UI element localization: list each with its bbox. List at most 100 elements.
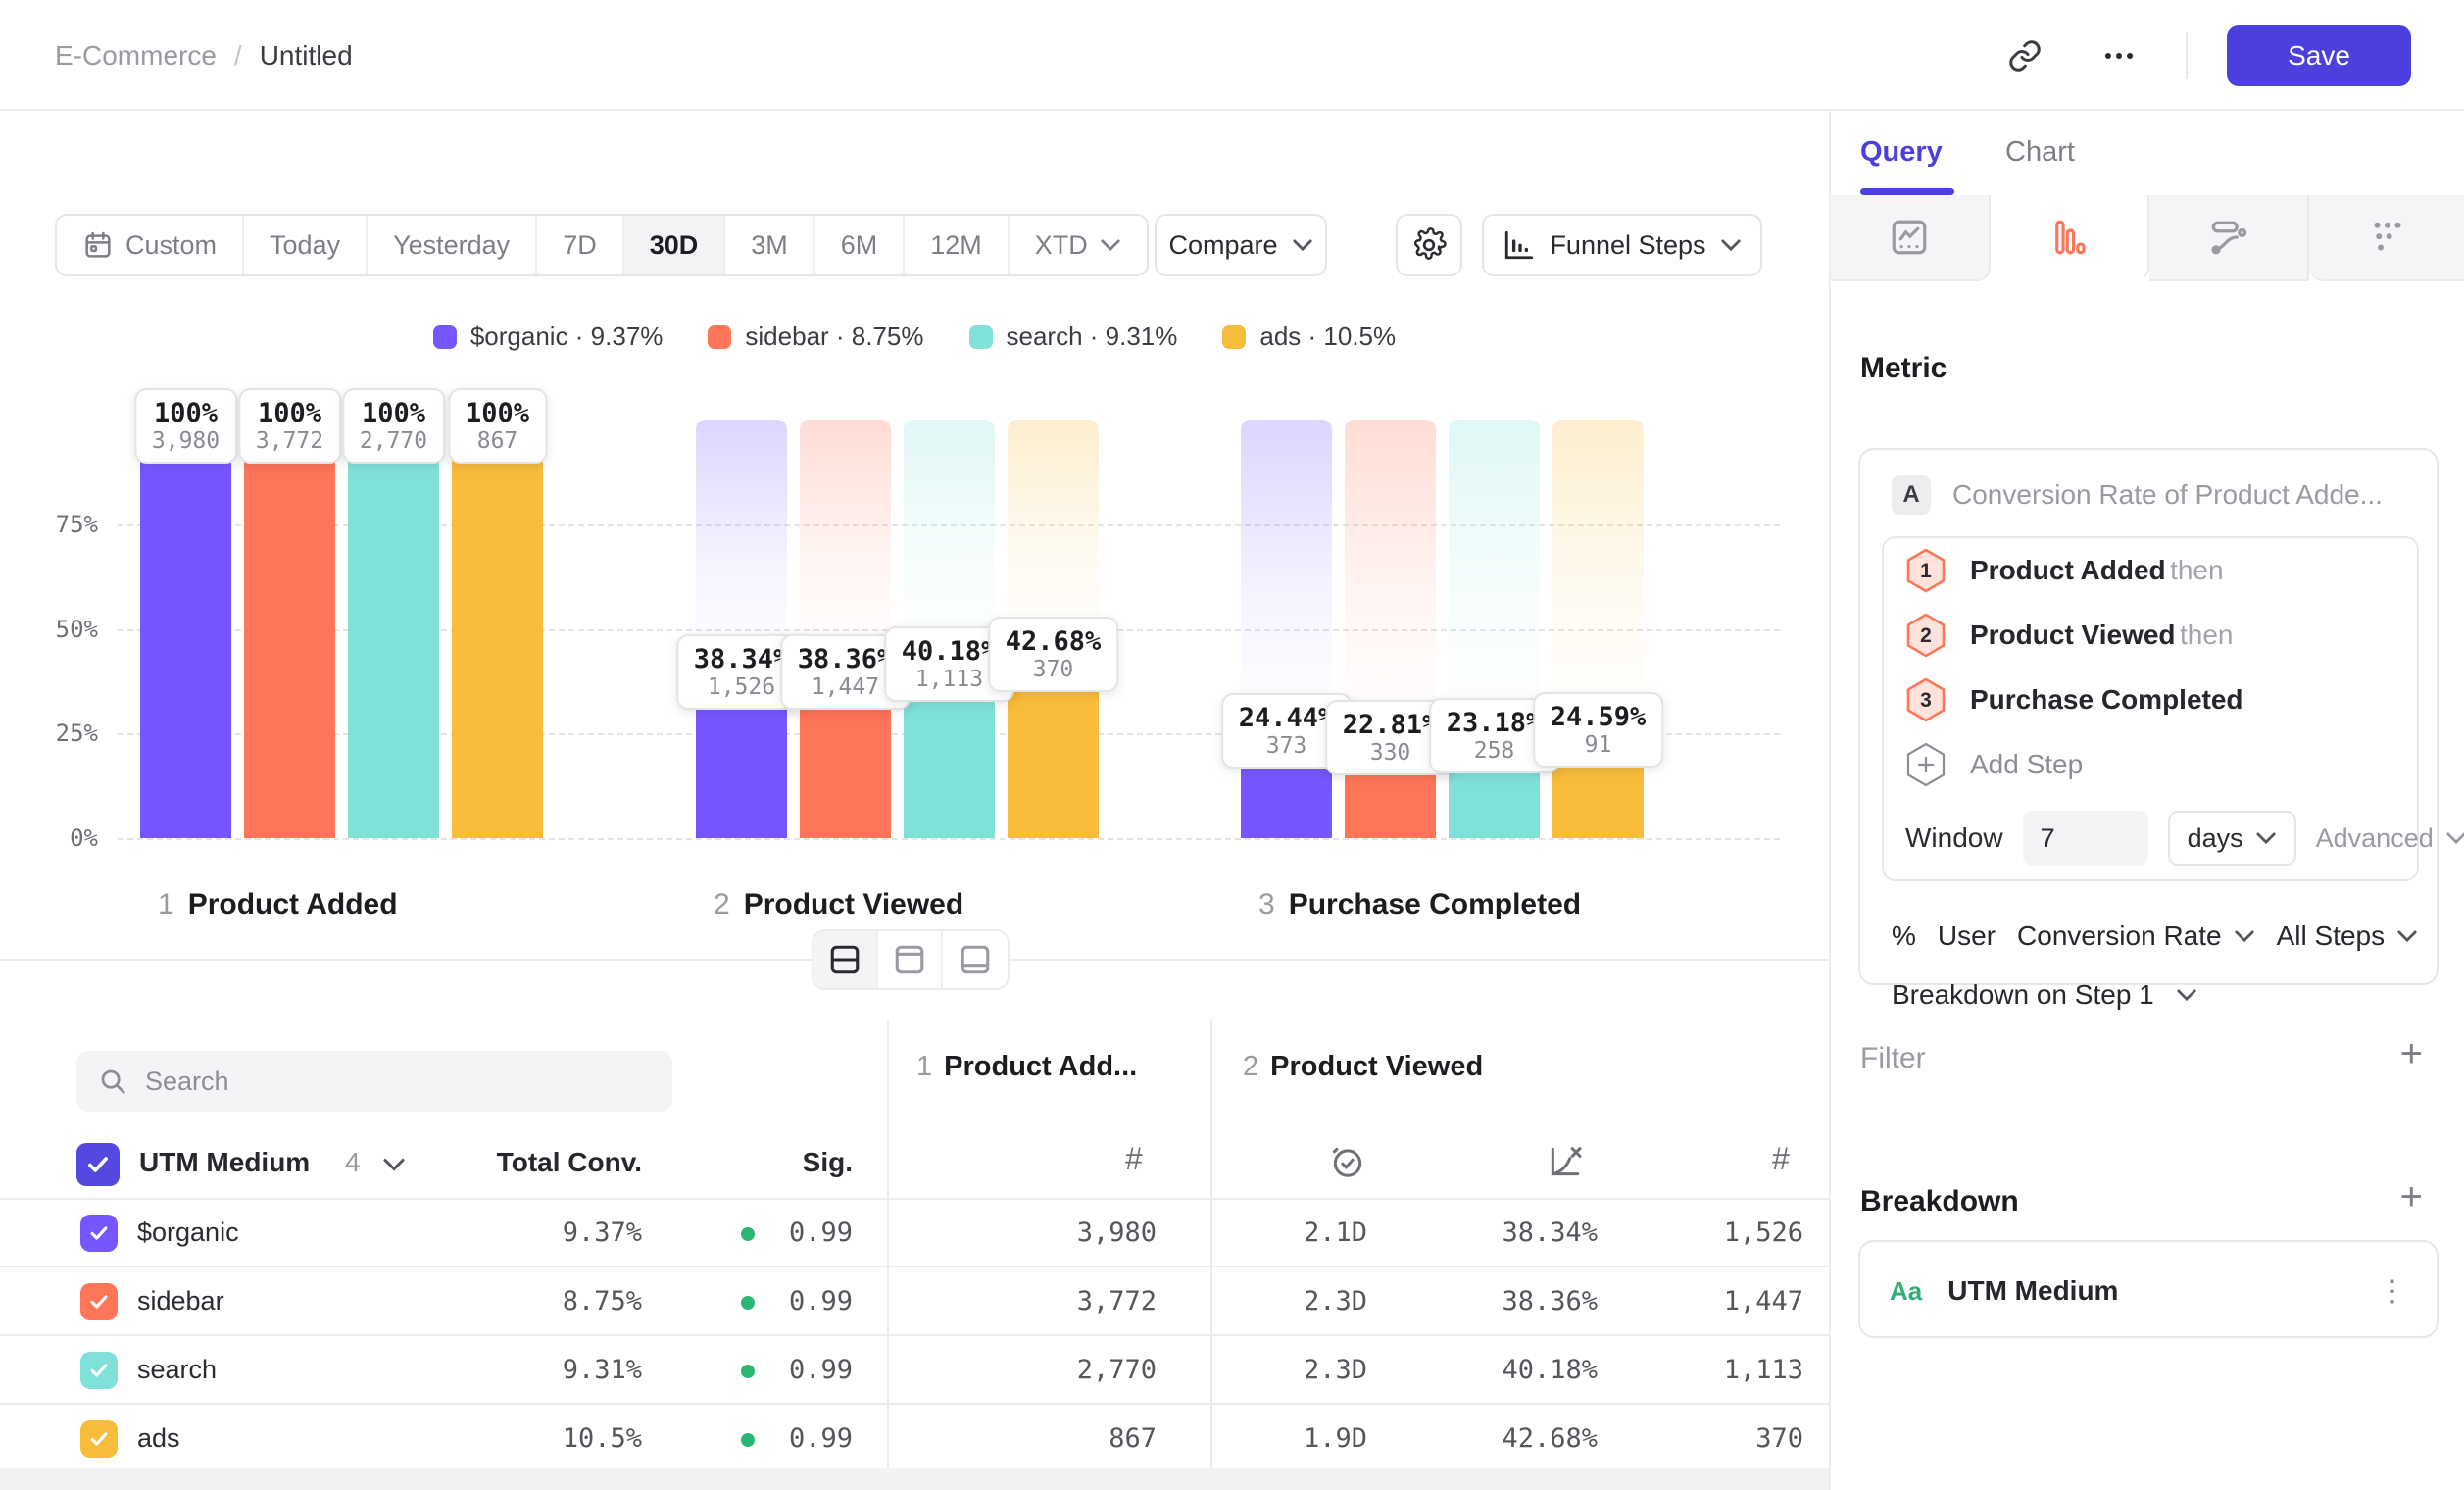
steps-scope-label: All Steps	[2277, 920, 2386, 952]
table-row-organic[interactable]: $organic9.37%0.993,9802.1D38.34%1,526	[0, 1198, 1829, 1266]
entity-selector[interactable]: User	[1938, 920, 1996, 952]
row-sig: 0.99	[657, 1286, 853, 1316]
tab-query[interactable]: Query	[1860, 111, 1943, 194]
window-value-input[interactable]	[2023, 811, 2148, 866]
add-step-button[interactable]: Add Step	[1884, 732, 2417, 797]
bar-conversion-pct: 24.59%	[1551, 702, 1647, 732]
breakdown-property-name: UTM Medium	[1947, 1275, 2118, 1307]
breakdown-property-card[interactable]: Aa UTM Medium ⋮	[1858, 1240, 2439, 1338]
add-filter-button[interactable]: +	[2400, 1034, 2423, 1073]
chevron-down-icon	[2176, 988, 2197, 1002]
row-checkbox[interactable]	[80, 1215, 118, 1252]
window-unit-selector[interactable]: days	[2168, 811, 2296, 866]
bar-conversion-pct: 23.18%	[1447, 708, 1543, 738]
add-step-icon	[1905, 742, 1947, 787]
steps-scope-selector[interactable]: All Steps	[2277, 920, 2419, 952]
row-checkbox[interactable]	[80, 1352, 118, 1389]
row-step1-count: 2,770	[961, 1355, 1157, 1385]
row-name: $organic	[137, 1217, 239, 1248]
bar-count: 330	[1343, 740, 1439, 766]
row-checkbox[interactable]	[80, 1420, 118, 1458]
table-row-ads[interactable]: ads10.5%0.998671.9D42.68%370	[0, 1404, 1829, 1472]
step-name: Product Viewed	[744, 888, 964, 921]
bar-conversion-pct: 38.34%	[694, 644, 790, 674]
table-step2-header[interactable]: 2 Product Viewed	[1243, 1051, 1483, 1083]
count-icon[interactable]: #	[1125, 1141, 1143, 1177]
table-step1-header[interactable]: 1 Product Add...	[916, 1051, 1137, 1083]
row-total-conv: 10.5%	[446, 1423, 642, 1454]
check-icon	[88, 1428, 110, 1450]
report-type-tabs	[1831, 195, 2464, 281]
layout-split-button[interactable]	[813, 931, 878, 988]
layout-table-only-button[interactable]	[943, 931, 1008, 988]
tab-chart[interactable]: Chart	[2005, 111, 2075, 194]
tab-insights[interactable]	[1831, 195, 1991, 281]
table-scrollbar-track[interactable]	[0, 1468, 1829, 1490]
y-axis-tick: 25%	[29, 720, 98, 747]
breakdown-on-step-selector[interactable]: Breakdown on Step 1	[1892, 979, 2197, 1011]
add-breakdown-button[interactable]: +	[2400, 1177, 2423, 1217]
funnel-bars-icon	[2048, 217, 2090, 258]
bar-value-label: 100%2,770	[342, 388, 445, 464]
bar-conversion-pct: 24.44%	[1239, 703, 1335, 733]
tab-funnels[interactable]	[1991, 195, 2150, 281]
query-step-1[interactable]: 1Product Added then	[1884, 538, 2417, 603]
y-axis-tick: 75%	[29, 511, 98, 538]
active-tab-underline	[1860, 188, 1954, 195]
bar-conversion-pct: 40.18%	[902, 636, 998, 667]
query-step-3[interactable]: 3Purchase Completed	[1884, 668, 2417, 732]
row-step2-count: 370	[1607, 1423, 1803, 1454]
row-step2-conv: 42.68%	[1402, 1423, 1598, 1454]
funnel-bar-search-step1[interactable]	[348, 420, 439, 838]
percent-symbol: %	[1892, 920, 1916, 952]
chart-step-label-3: 3Purchase Completed	[1258, 888, 1581, 921]
bar-conversion-pct: 100%	[360, 398, 427, 428]
funnel-bar-sidebar-step2[interactable]	[800, 420, 891, 838]
breakdown-section-title: Breakdown	[1860, 1185, 2019, 1218]
select-all-checkbox[interactable]	[76, 1143, 120, 1186]
step-name: Product Viewed	[1270, 1051, 1483, 1083]
funnel-bar-sidebar-step1[interactable]	[244, 420, 335, 838]
step-badge: 2	[1905, 613, 1947, 658]
funnel-bar-search-step3[interactable]	[1449, 420, 1540, 838]
kebab-menu-icon[interactable]: ⋮	[2378, 1274, 2407, 1309]
group-by-label[interactable]: UTM Medium	[139, 1147, 310, 1178]
row-checkbox[interactable]	[80, 1283, 118, 1320]
check-icon	[88, 1291, 110, 1313]
funnel-bar-ads-step1[interactable]	[452, 420, 543, 838]
funnel-bar-converted	[348, 420, 439, 838]
row-step2-count: 1,526	[1607, 1217, 1803, 1248]
metric-header[interactable]: A Conversion Rate of Product Adde...	[1892, 475, 2383, 515]
copy-link-icon[interactable]	[1997, 28, 2052, 83]
check-icon	[88, 1360, 110, 1381]
metric-type-selector[interactable]: Conversion Rate	[2017, 920, 2255, 952]
funnel-bar-ads-step3[interactable]	[1552, 420, 1644, 838]
step-number: 2	[714, 888, 730, 921]
funnel-bar-organic-step2[interactable]	[696, 420, 787, 838]
tab-flows[interactable]	[2149, 195, 2309, 281]
funnel-bar-remainder	[1345, 420, 1436, 743]
row-name: search	[137, 1355, 217, 1385]
conversion-rate-icon[interactable]	[1547, 1143, 1584, 1180]
topbar-divider	[2186, 32, 2188, 79]
query-step-then: then	[2180, 620, 2234, 650]
more-options-icon[interactable]	[2092, 28, 2146, 83]
time-to-convert-icon[interactable]	[1329, 1143, 1366, 1180]
table-row-search[interactable]: search9.31%0.992,7702.3D40.18%1,113	[0, 1335, 1829, 1404]
funnel-bar-organic-step1[interactable]	[140, 420, 231, 838]
bar-value-label: 24.59%91	[1533, 692, 1664, 768]
advanced-toggle[interactable]: Advanced	[2316, 823, 2464, 854]
query-step-2[interactable]: 2Product Viewed then	[1884, 603, 2417, 668]
property-type-badge: Aa	[1890, 1276, 1922, 1307]
save-button[interactable]: Save	[2227, 25, 2411, 86]
layout-chart-only-button[interactable]	[878, 931, 943, 988]
sig-header[interactable]: Sig.	[715, 1147, 853, 1178]
search-input[interactable]	[145, 1067, 616, 1097]
funnel-bar-organic-step3[interactable]	[1241, 420, 1332, 838]
table-row-sidebar[interactable]: sidebar8.75%0.993,7722.3D38.36%1,447	[0, 1266, 1829, 1335]
bar-count: 2,770	[360, 428, 427, 454]
tab-retention[interactable]	[2309, 195, 2464, 281]
count-icon[interactable]: #	[1772, 1141, 1790, 1177]
chevron-down-icon[interactable]	[382, 1157, 406, 1172]
total-conv-header[interactable]: Total Conv.	[407, 1147, 642, 1178]
